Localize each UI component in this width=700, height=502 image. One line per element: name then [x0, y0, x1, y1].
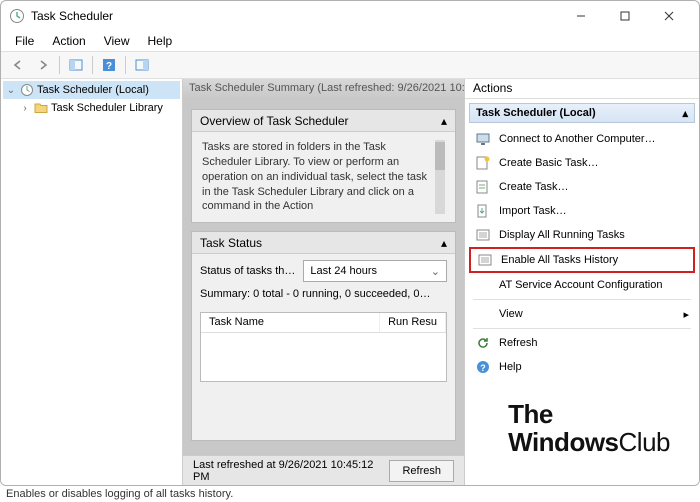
help-button[interactable]: ? — [98, 54, 120, 76]
menu-help[interactable]: Help — [140, 32, 181, 50]
scheduler-icon — [20, 83, 34, 97]
task-list[interactable]: Task Name Run Resu — [200, 312, 447, 382]
task-status-title: Task Status — [200, 236, 262, 250]
task-icon — [475, 179, 491, 195]
show-hide-tree-button[interactable] — [65, 54, 87, 76]
overview-title: Overview of Task Scheduler — [200, 114, 349, 128]
chevron-up-icon: ▴ — [682, 107, 688, 120]
menu-file[interactable]: File — [7, 32, 42, 50]
help-icon: ? — [475, 359, 491, 375]
task-scheduler-window: Task Scheduler File Action View Help ? ⌄… — [0, 0, 700, 486]
center-pane: Task Scheduler Summary (Last refreshed: … — [183, 79, 464, 485]
menu-action[interactable]: Action — [44, 32, 93, 50]
minimize-button[interactable] — [559, 2, 603, 30]
statusbar: Enables or disables logging of all tasks… — [0, 486, 700, 502]
col-run-result[interactable]: Run Resu — [380, 313, 446, 332]
toolbar: ? — [1, 51, 699, 79]
history-icon — [477, 252, 493, 268]
action-view[interactable]: View ▸ — [465, 302, 699, 326]
close-button[interactable] — [647, 2, 691, 30]
app-icon — [9, 8, 25, 24]
list-icon — [475, 227, 491, 243]
tree-root-label: Task Scheduler (Local) — [37, 84, 149, 96]
chevron-right-icon: ▸ — [683, 308, 689, 321]
col-task-name[interactable]: Task Name — [201, 313, 380, 332]
actions-group-label: Task Scheduler (Local) — [476, 107, 596, 119]
maximize-button[interactable] — [603, 2, 647, 30]
last-refreshed-text: Last refreshed at 9/26/2021 10:45:12 PM — [193, 459, 381, 483]
summary-header: Task Scheduler Summary (Last refreshed: … — [183, 79, 464, 99]
window-title: Task Scheduler — [31, 9, 113, 23]
center-footer: Last refreshed at 9/26/2021 10:45:12 PM … — [183, 455, 464, 485]
actions-title: Actions — [465, 79, 699, 99]
refresh-icon — [475, 335, 491, 351]
action-help[interactable]: ? Help — [465, 355, 699, 379]
action-pane-button[interactable] — [131, 54, 153, 76]
action-enable-history[interactable]: Enable All Tasks History — [469, 247, 695, 273]
status-summary: Summary: 0 total - 0 running, 0 succeede… — [192, 288, 455, 306]
collapse-icon[interactable]: ⌄ — [5, 85, 17, 96]
task-status-panel: Task Status ▴ Status of tasks th… Last 2… — [191, 231, 456, 441]
folder-icon — [34, 101, 48, 115]
back-button[interactable] — [7, 54, 29, 76]
wizard-icon — [475, 155, 491, 171]
chevron-down-icon: ⌄ — [431, 265, 440, 278]
tree-pane: ⌄ Task Scheduler (Local) › Task Schedule… — [1, 79, 183, 485]
menubar: File Action View Help — [1, 31, 699, 51]
overview-panel: Overview of Task Scheduler ▴ Tasks are s… — [191, 109, 456, 223]
action-create-task[interactable]: Create Task… — [465, 175, 699, 199]
overview-header[interactable]: Overview of Task Scheduler ▴ — [192, 110, 455, 132]
action-refresh[interactable]: Refresh — [465, 331, 699, 355]
import-icon — [475, 203, 491, 219]
action-create-basic-task[interactable]: Create Basic Task… — [465, 151, 699, 175]
actions-group-header[interactable]: Task Scheduler (Local) ▴ — [469, 103, 695, 123]
scrollbar[interactable] — [435, 140, 445, 214]
action-display-running[interactable]: Display All Running Tasks — [465, 223, 699, 247]
task-status-header[interactable]: Task Status ▴ — [192, 232, 455, 254]
action-at-service[interactable]: AT Service Account Configuration — [465, 273, 699, 297]
forward-button[interactable] — [32, 54, 54, 76]
expand-icon[interactable]: › — [19, 103, 31, 114]
status-label: Status of tasks th… — [200, 265, 295, 277]
timeframe-select[interactable]: Last 24 hours ⌄ — [303, 260, 447, 282]
menu-view[interactable]: View — [96, 32, 138, 50]
actions-pane: Actions Task Scheduler (Local) ▴ Connect… — [464, 79, 699, 485]
chevron-up-icon: ▴ — [441, 236, 447, 250]
svg-text:?: ? — [480, 363, 486, 373]
computer-icon — [475, 131, 491, 147]
svg-text:?: ? — [106, 61, 112, 72]
tree-library-label: Task Scheduler Library — [51, 102, 163, 114]
refresh-button[interactable]: Refresh — [389, 460, 454, 482]
tree-root[interactable]: ⌄ Task Scheduler (Local) — [3, 81, 180, 99]
list-header: Task Name Run Resu — [201, 313, 446, 333]
action-import-task[interactable]: Import Task… — [465, 199, 699, 223]
timeframe-value: Last 24 hours — [310, 265, 377, 277]
overview-text: Tasks are stored in folders in the Task … — [202, 140, 429, 214]
chevron-up-icon: ▴ — [441, 114, 447, 128]
action-connect[interactable]: Connect to Another Computer… — [465, 127, 699, 151]
tree-library[interactable]: › Task Scheduler Library — [3, 99, 180, 117]
titlebar: Task Scheduler — [1, 1, 699, 31]
